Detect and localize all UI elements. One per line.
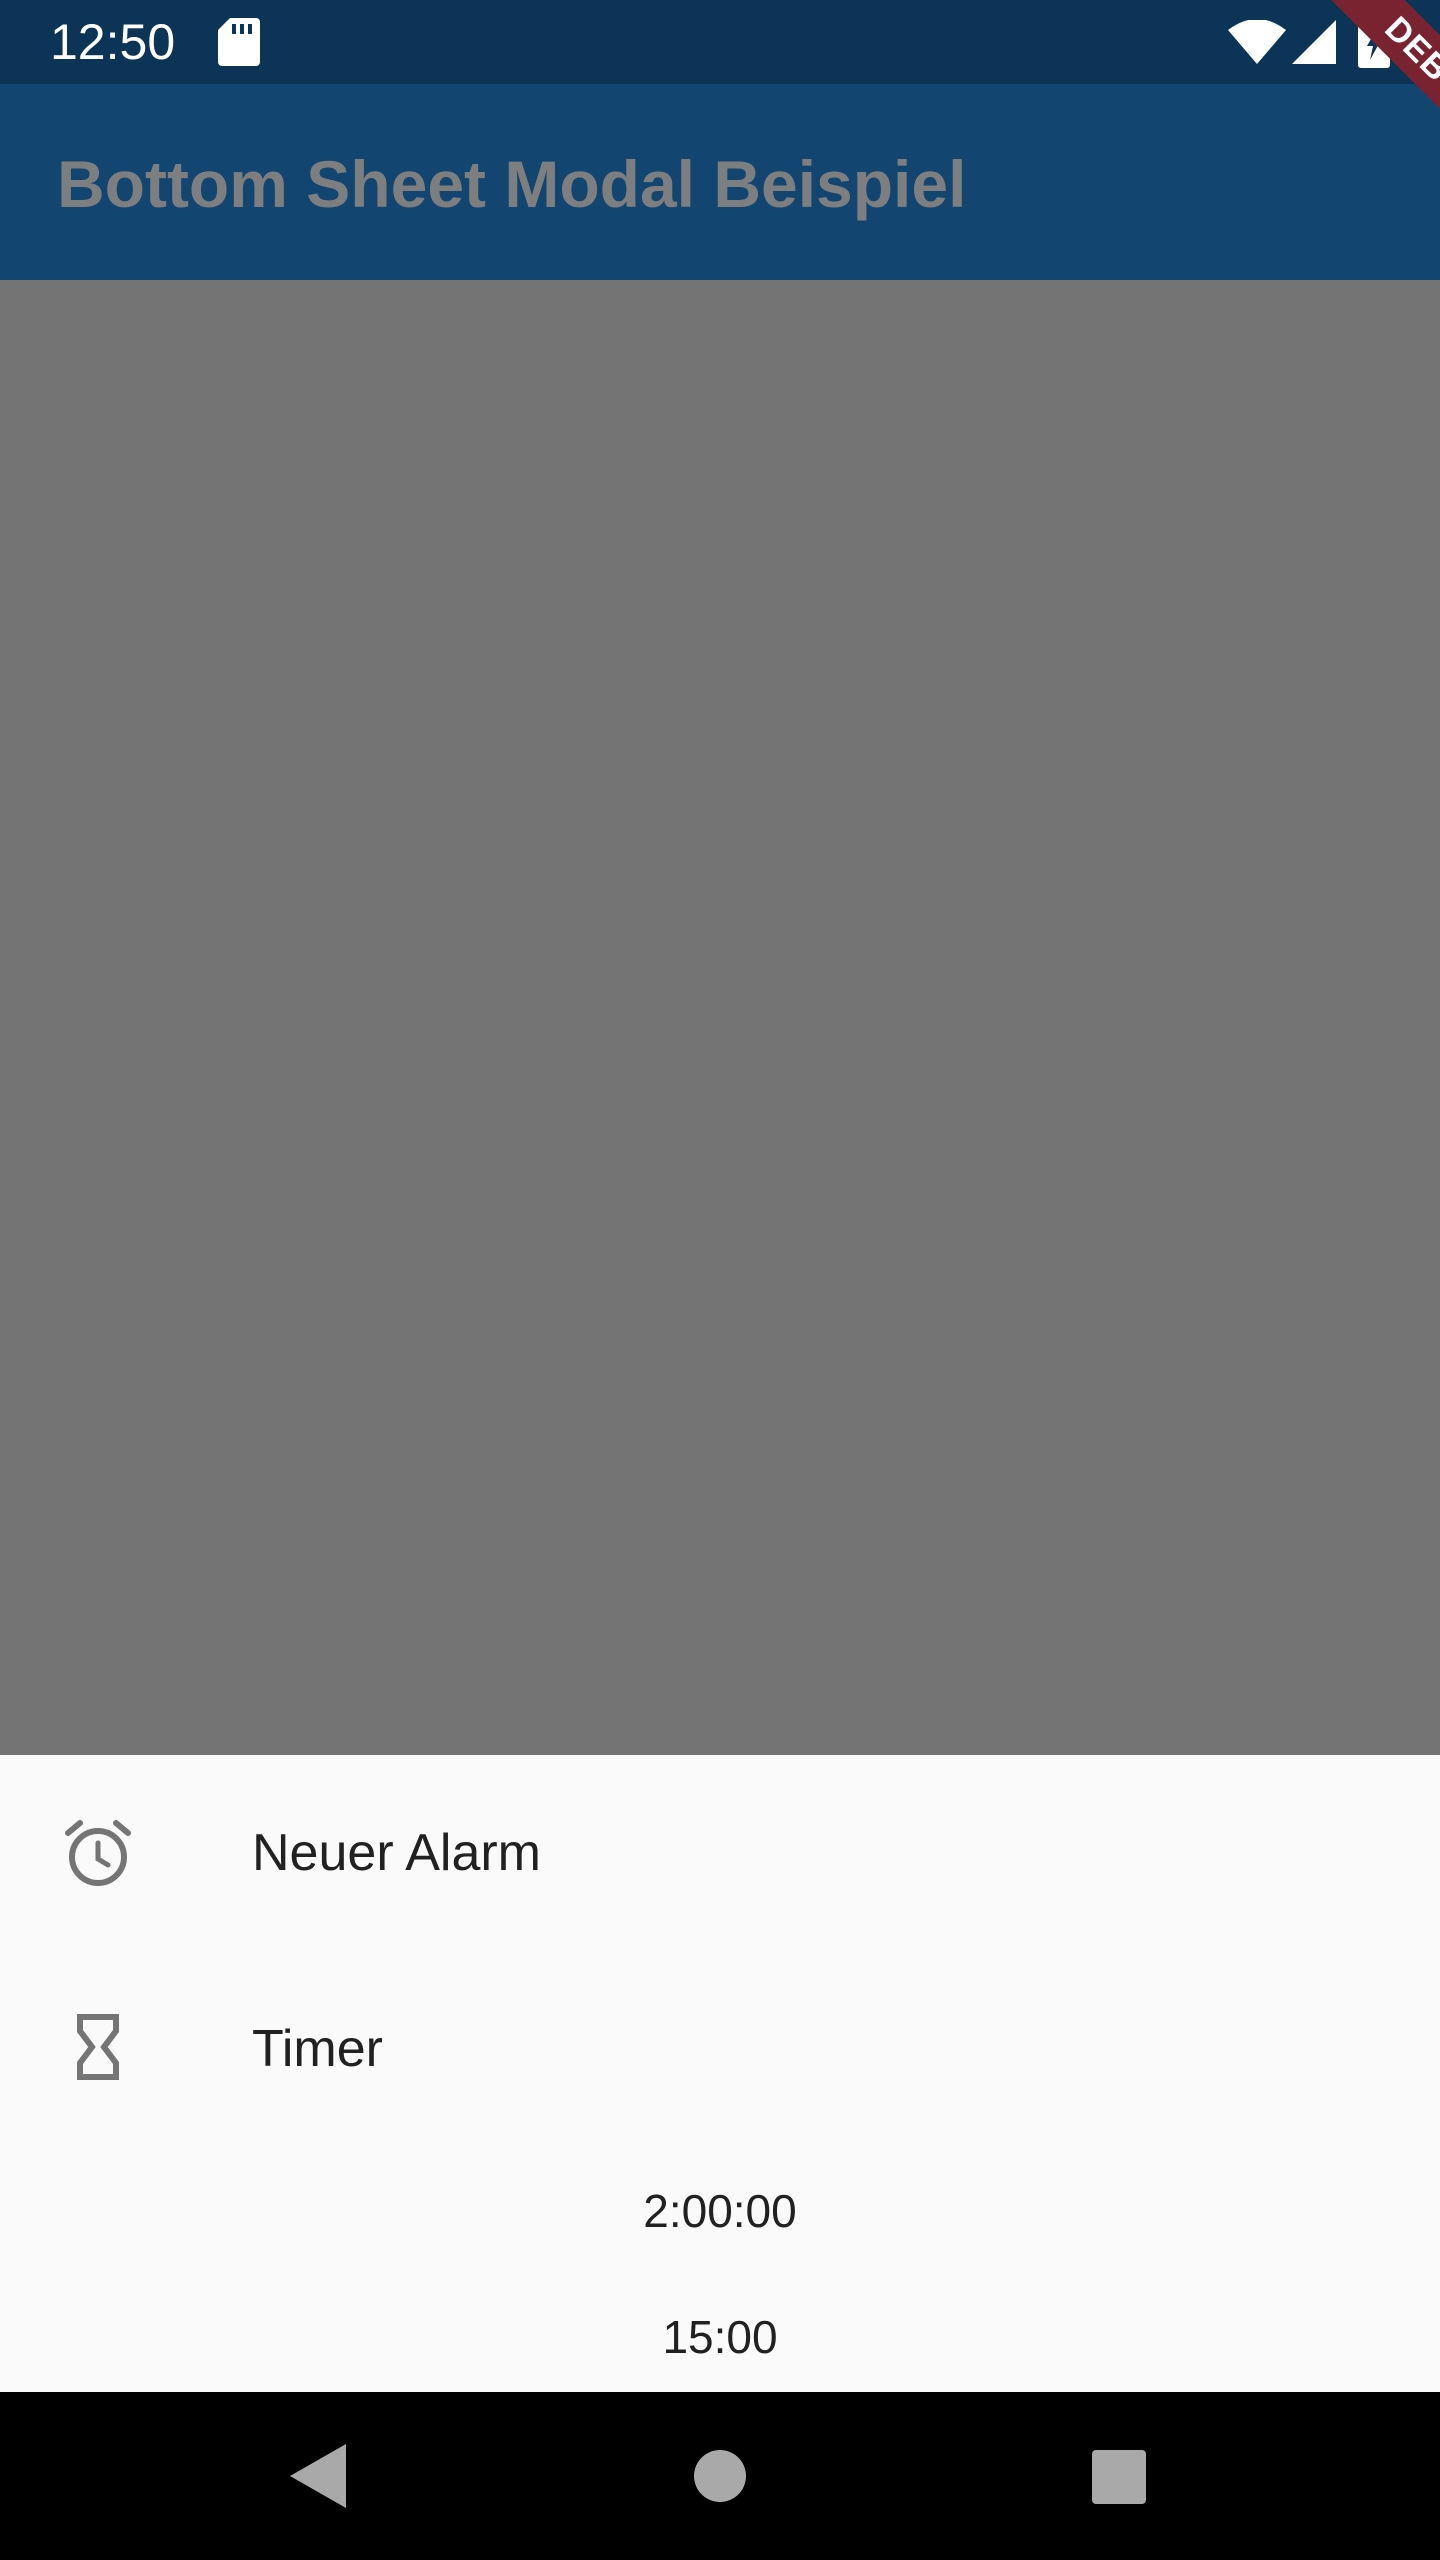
signal-icon [1292, 20, 1336, 64]
hourglass-icon [77, 2014, 119, 2080]
wifi-icon [1228, 20, 1286, 64]
status-bar: 12:50 [0, 0, 1440, 84]
app-title: Bottom Sheet Modal Beispiel [57, 147, 967, 221]
modal-barrier[interactable] [0, 280, 1440, 1755]
home-icon[interactable] [694, 2450, 746, 2502]
recents-icon[interactable] [1092, 2450, 1146, 2504]
timer-preset-15m[interactable]: 15:00 [0, 2309, 1440, 2365]
sheet-item-label: Neuer Alarm [252, 1824, 541, 1882]
screen: 12:50 Bottom Sheet Modal Beispiel DEBUG [0, 0, 1440, 2560]
status-time: 12:50 [50, 14, 176, 70]
battery-charging-icon [1358, 16, 1390, 68]
navigation-bar [0, 2392, 1440, 2560]
timer-preset-2h[interactable]: 2:00:00 [0, 2183, 1440, 2239]
back-icon[interactable] [290, 2444, 346, 2508]
sheet-item-label: Timer [252, 2020, 383, 2078]
sd-card-icon [218, 18, 260, 66]
sheet-item-new-alarm[interactable]: Neuer Alarm [0, 1755, 1440, 1951]
sheet-item-timer[interactable]: Timer [0, 1951, 1440, 2147]
bottom-sheet: Neuer Alarm Timer 2:00:00 15:00 [0, 1755, 1440, 2392]
alarm-icon [65, 1820, 131, 1886]
app-bar: Bottom Sheet Modal Beispiel [0, 84, 1440, 280]
